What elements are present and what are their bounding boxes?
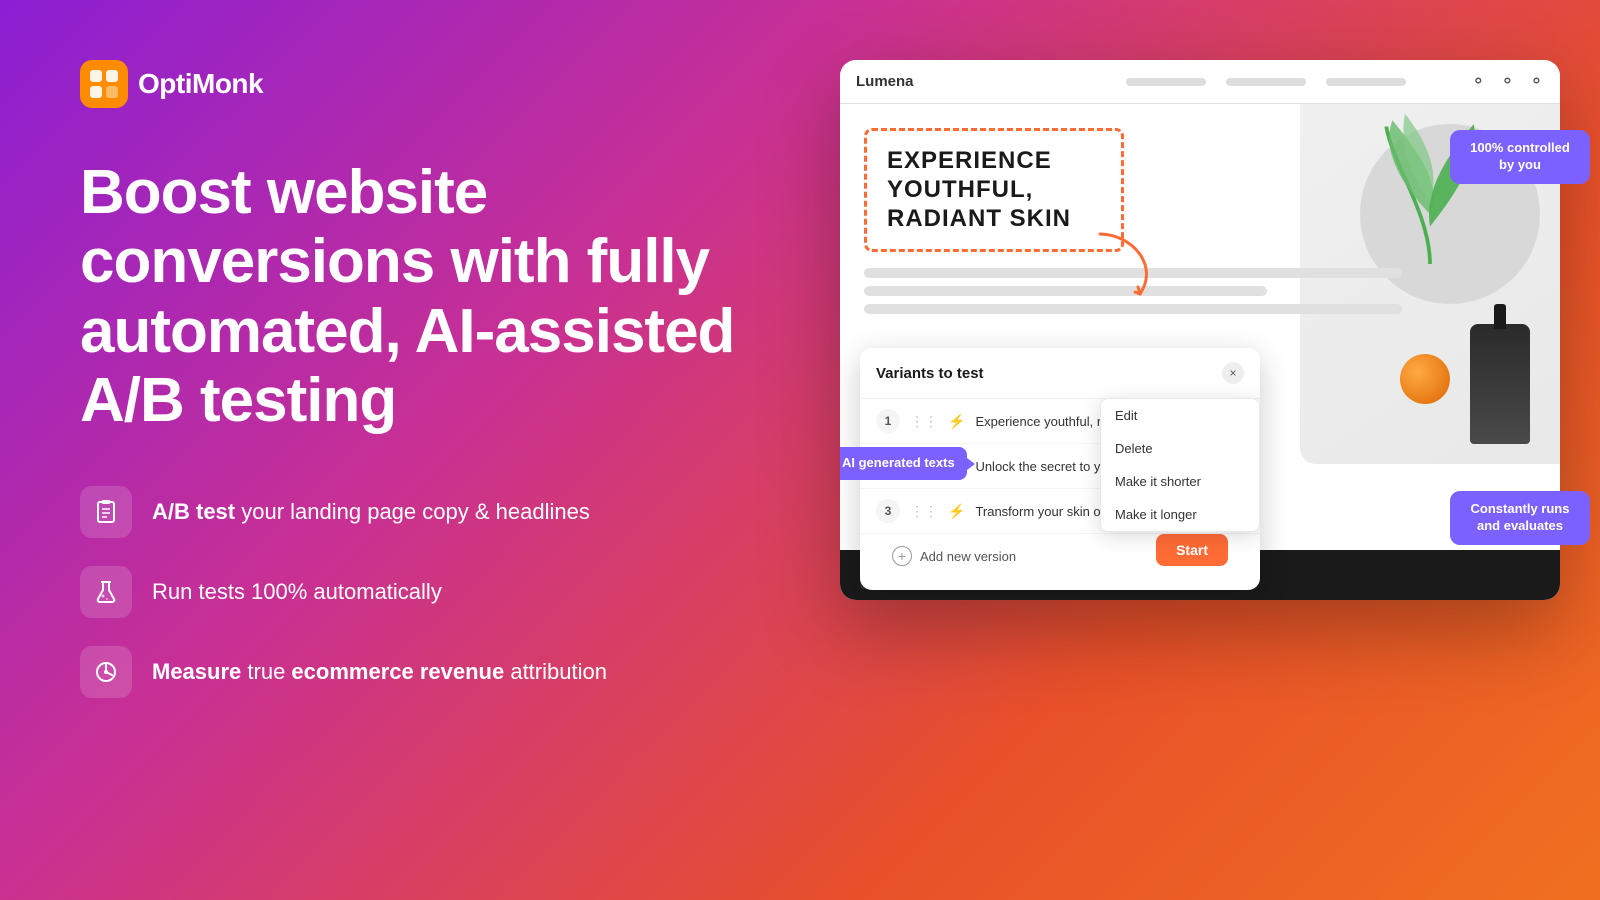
menu-longer[interactable]: Make it longer (1101, 498, 1259, 531)
callout-controlled: 100% controlled by you (1450, 130, 1590, 184)
content-line-2 (864, 286, 1267, 296)
page-headline: Boost website conversions with fully aut… (80, 158, 740, 436)
nav-line-1 (1126, 78, 1206, 86)
add-version-label: Add new version (920, 549, 1016, 564)
logo: OptiMonk (80, 60, 740, 108)
site-name: Lumena (856, 73, 1061, 90)
context-menu: Edit Delete Make it shorter Make it long… (1100, 398, 1260, 532)
user-icon: ⚬ (1471, 71, 1486, 92)
nav-line-3 (1326, 78, 1406, 86)
feature-measure: Measure true ecommerce revenue attributi… (80, 646, 740, 698)
feature-run-tests: Run tests 100% automatically (80, 566, 740, 618)
variants-header: Variants to test × (860, 348, 1260, 399)
browser-bar: Lumena ⚬ ⚬ ⚬ (840, 60, 1560, 104)
drag-icon-3: ⋮⋮ (910, 503, 938, 520)
content-lines (864, 268, 1536, 314)
logo-text: OptiMonk (138, 68, 263, 100)
variants-title: Variants to test (876, 365, 984, 382)
chart-icon (80, 646, 132, 698)
clipboard-icon (80, 486, 132, 538)
menu-edit[interactable]: Edit (1101, 399, 1259, 432)
left-panel: OptiMonk Boost website conversions with … (80, 60, 740, 698)
feature-ab-test-text: A/B test your landing page copy & headli… (152, 499, 590, 525)
logo-icon (80, 60, 128, 108)
close-button[interactable]: × (1222, 362, 1244, 384)
wand-icon-3: ⚡ (948, 503, 965, 520)
browser-icons: ⚬ ⚬ ⚬ (1471, 71, 1544, 92)
ai-generated-label: AI generated texts (840, 447, 967, 480)
nav-line-2 (1226, 78, 1306, 86)
variants-footer: + Add new version Start (860, 534, 1260, 590)
variant-num-1: 1 (876, 409, 900, 433)
hero-headline: EXPERIENCE YOUTHFUL, RADIANT SKIN (887, 147, 1101, 233)
variant-num-3: 3 (876, 499, 900, 523)
arrow-icon (1080, 224, 1170, 304)
menu-shorter[interactable]: Make it shorter (1101, 465, 1259, 498)
add-icon: + (892, 546, 912, 566)
drag-icon-1: ⋮⋮ (910, 413, 938, 430)
start-button[interactable]: Start (1156, 534, 1228, 566)
add-version-button[interactable]: + Add new version (876, 534, 1032, 578)
feature-measure-text: Measure true ecommerce revenue attributi… (152, 659, 607, 685)
variant-item-1: 1 ⋮⋮ ⚡ Experience youthful, radiant skin… (860, 399, 1260, 444)
wand-icon-1: ⚡ (948, 413, 965, 430)
flask-icon (80, 566, 132, 618)
cart-icon: ⚬ (1529, 71, 1544, 92)
content-line-3 (864, 304, 1402, 314)
browser-nav (1061, 78, 1471, 86)
search-icon: ⚬ (1500, 71, 1515, 92)
feature-run-tests-text: Run tests 100% automatically (152, 579, 442, 605)
feature-ab-test: A/B test your landing page copy & headli… (80, 486, 740, 538)
right-panel: 100% controlled by you Constantly runs a… (840, 60, 1560, 600)
menu-delete[interactable]: Delete (1101, 432, 1259, 465)
features-list: A/B test your landing page copy & headli… (80, 486, 740, 698)
callout-evaluates: Constantly runs and evaluates (1450, 491, 1590, 545)
